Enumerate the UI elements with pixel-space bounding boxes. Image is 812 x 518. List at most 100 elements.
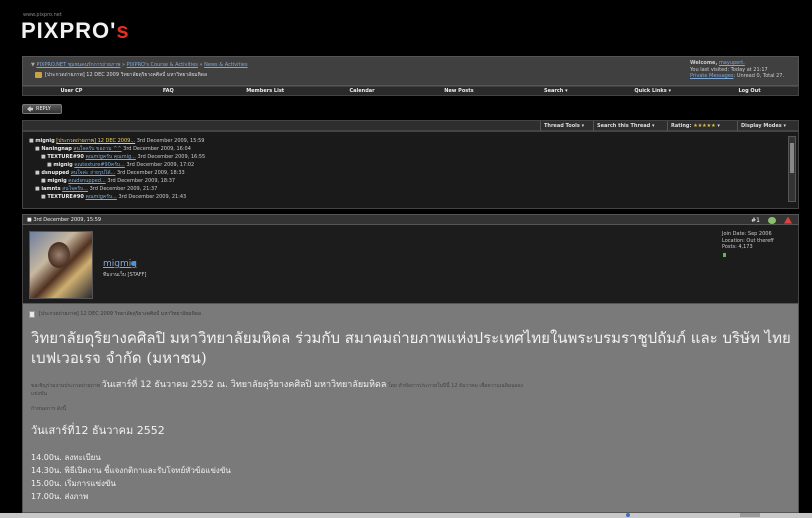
logo-text: PIXPRO' bbox=[21, 18, 117, 43]
user-stats: Join Date: Sep 2006 Location: Out theref… bbox=[722, 231, 788, 251]
nav-new-posts[interactable]: New Posts bbox=[411, 87, 508, 95]
tree-scrollbar[interactable] bbox=[788, 136, 796, 202]
site-header: www.pixpro.net PIXPRO's bbox=[0, 0, 812, 56]
document-icon bbox=[29, 310, 35, 318]
reputation-icon[interactable] bbox=[768, 216, 776, 224]
tree-link[interactable]: สนใจค่ะ ถ่ายรูปได้... bbox=[71, 170, 116, 176]
avatar[interactable] bbox=[29, 231, 93, 299]
rating-stars-icon: ★★★★★ bbox=[693, 123, 716, 129]
breadcrumb-lead-icon: ▼ bbox=[31, 62, 35, 68]
tree-date: 3rd December 2009, 18:37 bbox=[107, 178, 176, 184]
post-number[interactable]: #1 bbox=[751, 217, 760, 224]
zoom-control[interactable] bbox=[740, 513, 760, 517]
nav-search[interactable]: Search ▾ bbox=[507, 87, 604, 95]
tree-date: 3rd December 2009, 21:37 bbox=[89, 186, 158, 192]
threaded-view: ■ mignig [ประกวดถ่ายภาพ] 12 DEC 2009... … bbox=[22, 131, 799, 209]
nav-quick-links[interactable]: Quick Links ▾ bbox=[604, 87, 701, 95]
nav-calendar[interactable]: Calendar bbox=[314, 87, 411, 95]
tree-row[interactable]: ■ dsnupped สนใจค่ะ ถ่ายรูปได้... 3rd Dec… bbox=[35, 169, 185, 177]
invite-date-place: วันเสาร์ที่ 12 ธันวาคม 2552 ณ. วิทยาลัยด… bbox=[101, 380, 387, 390]
tree-link[interactable]: คุณtexture#90ครับ... bbox=[74, 162, 125, 168]
nav-members-list[interactable]: Members List bbox=[217, 87, 314, 95]
tree-date: 3rd December 2009, 21:43 bbox=[118, 194, 187, 200]
breadcrumb-item-home[interactable]: PIXPRO.NET ชุมชนคนรักการถ่ายภาพ bbox=[36, 62, 120, 68]
tree-row[interactable]: ■ mignig คุณdsnupped... 3rd December 200… bbox=[41, 177, 175, 185]
breadcrumb-item-news[interactable]: News & Activities bbox=[204, 62, 247, 68]
rating-caret-icon: ▾ bbox=[717, 123, 720, 129]
tree-user: mignig bbox=[53, 162, 73, 168]
tree-user: TEXTURE#90 bbox=[47, 194, 84, 200]
post-heading: วิทยาลัยดุริยางคศิลปิ มหาวิทยาลัยมหิดล ร… bbox=[31, 329, 791, 367]
tree-link[interactable]: คุณmigครับ... bbox=[86, 194, 117, 200]
schedule-item: 15.00น. เริ่มการแข่งขัน bbox=[31, 479, 116, 488]
schedule-item: 14.30น. พิธีเปิดงาน ชี้แจงกติกาและรับโจท… bbox=[31, 466, 231, 475]
reply-arrow-icon bbox=[27, 106, 33, 112]
event-date-heading: วันเสาร์ที่12 ธันวาคม 2552 bbox=[31, 424, 165, 437]
nav-log-out[interactable]: Log Out bbox=[701, 87, 798, 95]
welcome-prefix: Welcome, bbox=[690, 60, 718, 66]
scroll-thumb[interactable] bbox=[790, 143, 794, 173]
browser-status-bar bbox=[0, 513, 812, 518]
tree-user: dsnupped bbox=[41, 170, 70, 176]
tree-link[interactable]: สนใจครับ ขอถาม ^^ bbox=[73, 146, 121, 152]
tree-user: iamnts bbox=[41, 186, 61, 192]
tree-link[interactable]: สนใจครับ... bbox=[62, 186, 88, 192]
tree-row[interactable]: ■ Naningnap สนใจครับ ขอถาม ^^ 3rd Decemb… bbox=[35, 145, 191, 153]
breadcrumb-bar: ▼ PIXPRO.NET ชุมชนคนรักการถ่ายภาพ » PIXP… bbox=[22, 56, 799, 86]
post-title: [ประกวดถ่ายภาพ] 12 DEC 2009 วิทยาลัยดุริ… bbox=[39, 311, 202, 317]
logo-accent: s bbox=[116, 18, 130, 43]
thread-tools-bar: Thread Tools ▾ Search this Thread ▾ Rati… bbox=[22, 120, 799, 132]
post-header: ■ 3rd December 2009, 15:59 #1 bbox=[22, 214, 799, 225]
invite-prefix: ขอเชิญร่วมงานประกวดถ่ายภาพ bbox=[31, 383, 101, 389]
welcome-username[interactable]: mayupert. bbox=[719, 60, 745, 66]
schedule-item: 17.00น. ส่งภาพ bbox=[31, 492, 89, 501]
tree-date: 3rd December 2009, 17:02 bbox=[126, 162, 195, 168]
tree-user: Naningnap bbox=[41, 146, 72, 152]
tree-row[interactable]: ■ iamnts สนใจครับ... 3rd December 2009, … bbox=[35, 185, 157, 193]
tree-link[interactable]: คุณdsnupped... bbox=[68, 178, 105, 184]
nav-user-cp[interactable]: User CP bbox=[23, 87, 120, 95]
tree-row[interactable]: ■ mignig คุณtexture#90ครับ... 3rd Decemb… bbox=[47, 161, 194, 169]
post-body: [ประกวดถ่ายภาพ] 12 DEC 2009 วิทยาลัยดุริ… bbox=[22, 303, 799, 513]
tree-row[interactable]: ■ TEXTURE#90 คุณmigครับ... 3rd December … bbox=[41, 193, 186, 201]
avatar-figure bbox=[48, 242, 70, 268]
tree-row[interactable]: ■ mignig [ประกวดถ่ายภาพ] 12 DEC 2009... … bbox=[29, 137, 204, 145]
reply-button[interactable]: REPLY bbox=[22, 104, 62, 114]
breadcrumb-separator: » bbox=[121, 62, 126, 68]
post-date: ■ 3rd December 2009, 15:59 bbox=[27, 217, 102, 223]
post-user-info: migmig ทีมงานเว็บ [STAFF] Join Date: Sep… bbox=[22, 225, 799, 303]
rating-label: Rating: bbox=[671, 123, 692, 129]
online-status-icon bbox=[131, 261, 136, 266]
tree-row[interactable]: ■ TEXTURE#90 คุณmigครับ คุณmig... 3rd De… bbox=[41, 153, 205, 161]
welcome-box: Welcome, mayupert. You last visited: Tod… bbox=[690, 60, 794, 82]
post-header-icons: #1 bbox=[751, 215, 792, 225]
nav-faq[interactable]: FAQ bbox=[120, 87, 217, 95]
tree-user: mignig bbox=[35, 138, 55, 144]
breadcrumb-current-title: [ประกวดถ่ายภาพ] 12 DEC 2009 วิทยาลัยดุริ… bbox=[45, 72, 208, 78]
reply-button-label: REPLY bbox=[36, 106, 51, 112]
tree-user: TEXTURE#90 bbox=[47, 154, 84, 160]
internet-zone-icon bbox=[626, 513, 630, 517]
private-messages-link[interactable]: Private Messages bbox=[690, 73, 734, 79]
breadcrumb: ▼ PIXPRO.NET ชุมชนคนรักการถ่ายภาพ » PIXP… bbox=[31, 61, 248, 69]
folder-icon bbox=[35, 72, 42, 78]
breadcrumb-separator: » bbox=[199, 62, 203, 68]
tree-date: 3rd December 2009, 15:59 bbox=[136, 138, 205, 144]
tree-date: 3rd December 2009, 16:55 bbox=[137, 154, 206, 160]
tree-date: 3rd December 2009, 16:04 bbox=[123, 146, 191, 152]
post-title-row: [ประกวดถ่ายภาพ] 12 DEC 2009 วิทยาลัยดุริ… bbox=[29, 310, 201, 318]
pm-counts: : Unread 0, Total 27. bbox=[733, 73, 785, 79]
tree-date: 3rd December 2009, 18:33 bbox=[116, 170, 185, 176]
warning-icon[interactable] bbox=[784, 216, 792, 224]
breadcrumb-current: [ประกวดถ่ายภาพ] 12 DEC 2009 วิทยาลัยดุริ… bbox=[35, 71, 207, 79]
tree-link[interactable]: คุณmigครับ คุณmig... bbox=[86, 154, 136, 160]
breadcrumb-item-course[interactable]: PIXPRO's Course & Activities bbox=[127, 62, 198, 68]
user-title: ทีมงานเว็บ [STAFF] bbox=[103, 272, 147, 278]
post-count: Posts: 4,173 bbox=[722, 244, 753, 250]
reputation-pip-icon bbox=[723, 253, 726, 257]
invite-line: ขอเชิญร่วมงานประกวดถ่ายภาพ วันเสาร์ที่ 1… bbox=[31, 377, 523, 391]
post-date-text: 3rd December 2009, 15:59 bbox=[33, 217, 102, 223]
site-logo[interactable]: PIXPRO's bbox=[21, 18, 130, 44]
tree-link[interactable]: [ประกวดถ่ายภาพ] 12 DEC 2009... bbox=[56, 138, 135, 144]
main-navbar: User CP FAQ Members List Calendar New Po… bbox=[22, 86, 799, 96]
